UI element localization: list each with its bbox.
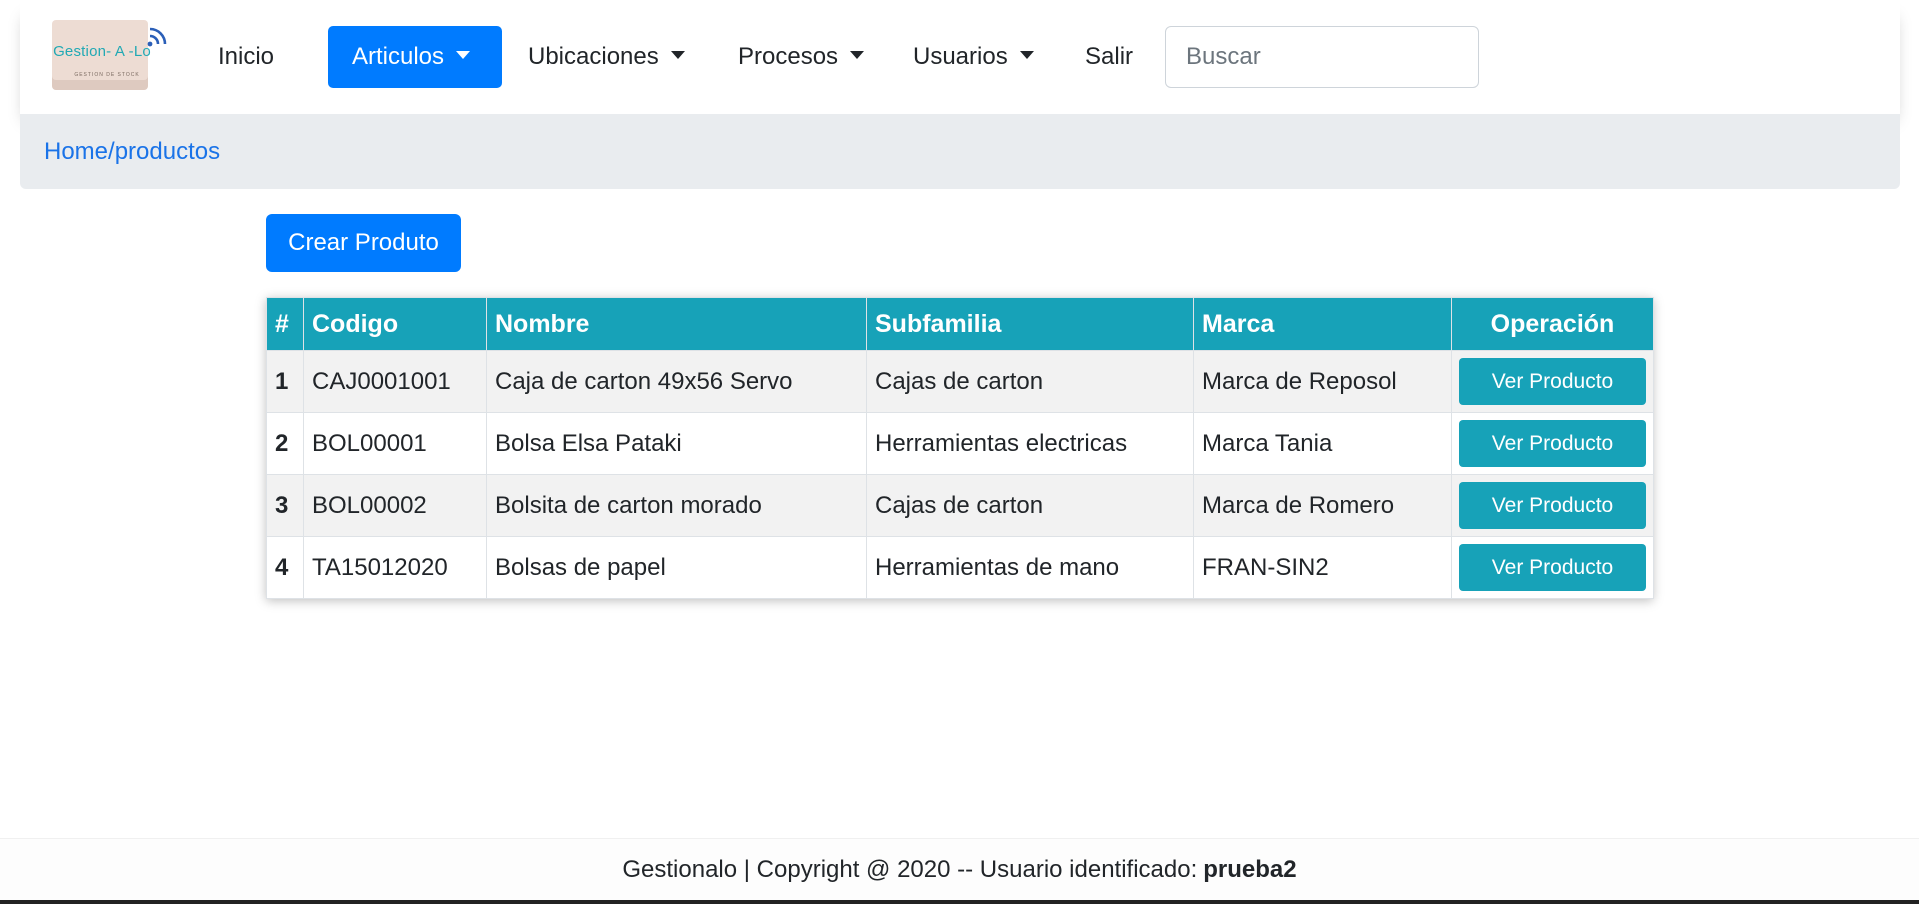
column-header-num: # — [266, 297, 304, 351]
cell-nombre: Bolsa Elsa Pataki — [486, 412, 867, 475]
footer-text: Gestionalo | Copyright @ 2020 -- Usuario… — [622, 855, 1198, 883]
table-row: 2 BOL00001 Bolsa Elsa Pataki Herramienta… — [266, 412, 1654, 475]
cell-operacion: Ver Producto — [1451, 412, 1654, 475]
breadcrumb: Home/productos — [20, 114, 1900, 189]
cell-operacion: Ver Producto — [1451, 474, 1654, 537]
column-header-operacion: Operación — [1451, 297, 1654, 351]
caret-down-icon — [1019, 51, 1034, 59]
cell-codigo: BOL00001 — [303, 412, 487, 475]
cell-nombre: Bolsas de papel — [486, 536, 867, 599]
nav-item-usuarios[interactable]: Usuarios — [889, 26, 1058, 88]
caret-down-icon — [456, 51, 471, 59]
cell-marca: Marca Tania — [1193, 412, 1452, 475]
cell-operacion: Ver Producto — [1451, 536, 1654, 599]
cell-subfamilia: Cajas de carton — [866, 474, 1194, 537]
navbar: Inicio Articulos Ubicaciones Procesos Us… — [194, 14, 1876, 100]
window-bottom-edge — [0, 900, 1919, 904]
cell-codigo: TA15012020 — [303, 536, 487, 599]
cell-codigo: BOL00002 — [303, 474, 487, 537]
logo-subtitle: GESTION DE STOCK — [74, 72, 140, 78]
cell-marca: FRAN-SIN2 — [1193, 536, 1452, 599]
products-table: # Codigo Nombre Subfamilia Marca Operaci… — [266, 297, 1654, 599]
cell-nombre: Bolsita de carton morado — [486, 474, 867, 537]
table-row: 4 TA15012020 Bolsas de papel Herramienta… — [266, 536, 1654, 599]
logo[interactable]: Gestion- A -Lo GESTION DE STOCK — [42, 18, 172, 94]
cell-subfamilia: Herramientas electricas — [866, 412, 1194, 475]
nav-item-articulos[interactable]: Articulos — [328, 26, 502, 88]
breadcrumb-link[interactable]: Home/productos — [44, 138, 220, 166]
cell-codigo: CAJ0001001 — [303, 350, 487, 413]
nav-item-label: Usuarios — [913, 43, 1008, 70]
cell-num: 2 — [266, 412, 304, 475]
footer-username: prueba2 — [1203, 855, 1297, 883]
nav-item-salir[interactable]: Salir — [1061, 26, 1157, 88]
table-header-row: # Codigo Nombre Subfamilia Marca Operaci… — [266, 297, 1654, 351]
view-product-button[interactable]: Ver Producto — [1459, 482, 1646, 529]
cell-subfamilia: Herramientas de mano — [866, 536, 1194, 599]
column-header-codigo: Codigo — [303, 297, 487, 351]
caret-down-icon — [850, 51, 865, 59]
view-product-button[interactable]: Ver Producto — [1459, 544, 1646, 591]
nav-item-label: Articulos — [352, 43, 445, 70]
footer: Gestionalo | Copyright @ 2020 -- Usuario… — [0, 838, 1919, 900]
nav-item-procesos[interactable]: Procesos — [714, 26, 888, 88]
create-product-button[interactable]: Crear Produto — [266, 214, 461, 272]
logo-text: Gestion- A -Lo — [53, 43, 151, 60]
cell-num: 3 — [266, 474, 304, 537]
nav-item-label: Inicio — [218, 43, 275, 70]
nav-item-label: Ubicaciones — [528, 43, 659, 70]
search-input[interactable] — [1165, 26, 1479, 88]
cell-nombre: Caja de carton 49x56 Servo — [486, 350, 867, 413]
column-header-nombre: Nombre — [486, 297, 867, 351]
caret-down-icon — [670, 51, 685, 59]
view-product-button[interactable]: Ver Producto — [1459, 358, 1646, 405]
cell-operacion: Ver Producto — [1451, 350, 1654, 413]
cell-subfamilia: Cajas de carton — [866, 350, 1194, 413]
nav-item-inicio[interactable]: Inicio — [194, 26, 298, 88]
table-row: 3 BOL00002 Bolsita de carton morado Caja… — [266, 474, 1654, 537]
column-header-subfamilia: Subfamilia — [866, 297, 1194, 351]
nav-item-ubicaciones[interactable]: Ubicaciones — [504, 26, 709, 88]
page: Gestion- A -Lo GESTION DE STOCK Inicio A… — [0, 0, 1919, 904]
column-header-marca: Marca — [1193, 297, 1452, 351]
cell-marca: Marca de Romero — [1193, 474, 1452, 537]
wifi-icon — [147, 27, 167, 47]
view-product-button[interactable]: Ver Producto — [1459, 420, 1646, 467]
nav-item-label: Salir — [1085, 43, 1134, 70]
cell-num: 1 — [266, 350, 304, 413]
table-row: 1 CAJ0001001 Caja de carton 49x56 Servo … — [266, 350, 1654, 413]
nav-item-label: Procesos — [738, 43, 839, 70]
cell-marca: Marca de Reposol — [1193, 350, 1452, 413]
cell-num: 4 — [266, 536, 304, 599]
